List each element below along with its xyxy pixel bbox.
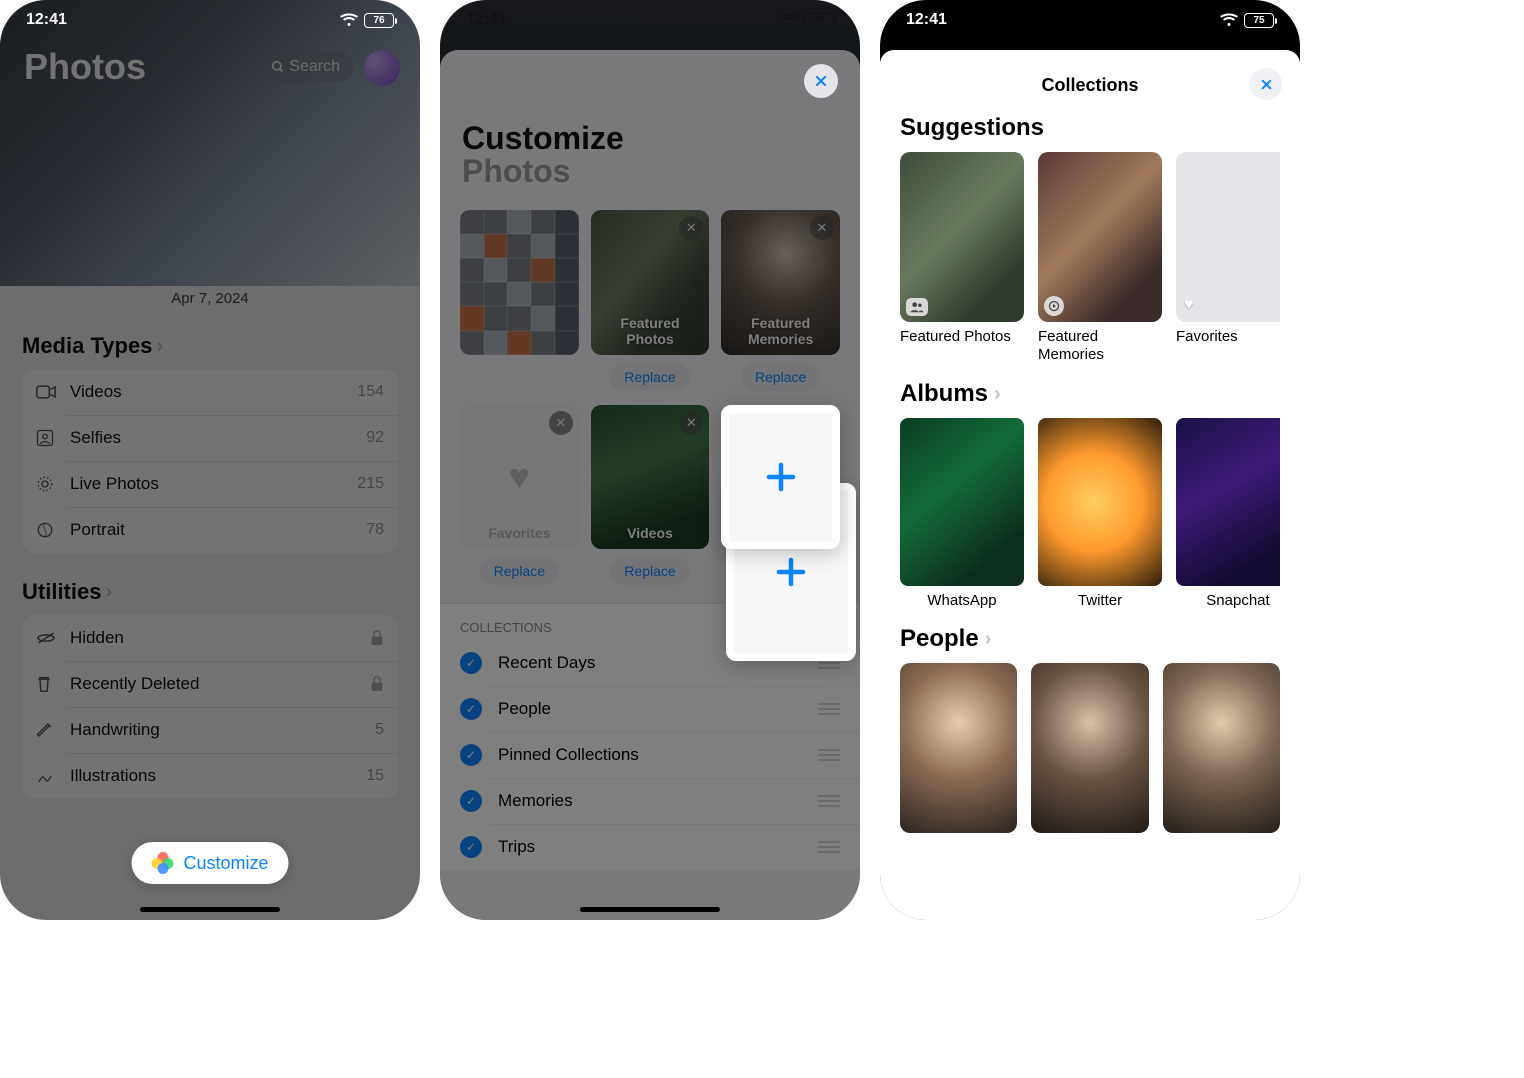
albums-header[interactable]: Albums› (900, 380, 1280, 408)
suggestions-header: Suggestions (900, 114, 1280, 142)
close-button[interactable] (1250, 68, 1282, 100)
album-snapchat[interactable]: Snapchat (1176, 418, 1280, 609)
phone-3-collections: 12:41 75 Collections Suggestions (880, 0, 1300, 920)
status-bar: 12:41 76 (440, 0, 860, 40)
status-time: 12:41 (906, 11, 947, 29)
people-header[interactable]: People› (900, 625, 1280, 653)
home-indicator[interactable] (140, 907, 280, 912)
suggestion-featured-memories[interactable]: Featured Memories (1038, 152, 1162, 364)
suggestion-favorites[interactable]: ♥ Favorites (1176, 152, 1280, 364)
battery-icon: 76 (804, 13, 834, 28)
customize-label: Customize (183, 853, 268, 874)
sheet-title: Collections (1041, 75, 1138, 96)
person-card[interactable] (900, 663, 1017, 833)
chevron-right-icon: › (994, 383, 1001, 406)
dim-overlay (0, 0, 420, 920)
chevron-right-icon: › (985, 628, 992, 651)
home-indicator[interactable] (580, 907, 720, 912)
battery-icon: 76 (364, 13, 394, 28)
person-card[interactable] (1031, 663, 1148, 833)
status-time: 12:41 (466, 11, 507, 29)
phone-2-customize: Customize Photos ✕ Featured Photos (440, 0, 860, 920)
status-bar: 12:41 76 (0, 0, 420, 40)
person-card[interactable] (1163, 663, 1280, 833)
phone-1-photos: Photos Search Apr 7, 2024 Media Types › … (0, 0, 420, 920)
status-bar: 12:41 75 (880, 0, 1300, 40)
wifi-icon (1220, 13, 1238, 27)
plus-icon[interactable] (721, 405, 840, 550)
close-button[interactable] (804, 64, 838, 98)
customize-button[interactable]: Customize (131, 842, 288, 884)
wifi-icon (780, 13, 798, 27)
status-time: 12:41 (26, 11, 67, 29)
people-badge-icon (906, 298, 928, 316)
battery-icon: 75 (1244, 13, 1274, 28)
suggestion-featured-photos[interactable]: Featured Photos (900, 152, 1024, 364)
photos-app-icon (151, 852, 173, 874)
collections-sheet: Collections Suggestions Featured Photos (880, 50, 1300, 920)
wifi-icon (340, 13, 358, 27)
album-whatsapp[interactable]: WhatsApp (900, 418, 1024, 609)
album-twitter[interactable]: Twitter (1038, 418, 1162, 609)
heart-icon: ♥ (1184, 296, 1194, 314)
memories-badge-icon (1044, 296, 1064, 316)
